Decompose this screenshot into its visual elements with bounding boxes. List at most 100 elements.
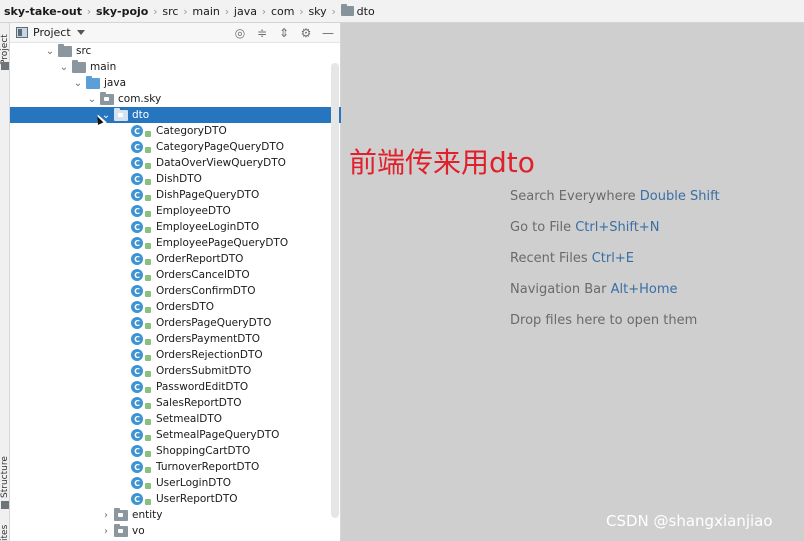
lock-icon <box>145 306 151 313</box>
tree-item-package[interactable]: ⌄ com.sky <box>10 91 341 107</box>
chevron-right-icon[interactable]: › <box>100 507 112 523</box>
tree-item-class[interactable]: C SetmealDTO <box>10 411 341 427</box>
lock-icon <box>145 146 151 153</box>
gear-icon[interactable]: ⚙ <box>298 25 314 41</box>
tree-scrollbar[interactable] <box>331 63 339 518</box>
source-folder-icon <box>86 75 100 89</box>
tree-item-class[interactable]: C DataOverViewQueryDTO <box>10 155 341 171</box>
tree-item-class[interactable]: C EmployeeLoginDTO <box>10 219 341 235</box>
tree-item-main[interactable]: ⌄ main <box>10 59 341 75</box>
chevron-right-icon[interactable]: › <box>100 523 112 539</box>
tree-item-class[interactable]: C EmployeePageQueryDTO <box>10 235 341 251</box>
java-class-icon: C <box>131 477 143 489</box>
chevron-right-icon: › <box>224 4 230 18</box>
breadcrumb-label: sky-take-out <box>4 4 82 18</box>
tree-item-src[interactable]: ⌄ src <box>10 43 341 59</box>
tree-item-class[interactable]: C CategoryPageQueryDTO <box>10 139 341 155</box>
breadcrumb-item[interactable]: sky <box>308 0 326 23</box>
java-class-icon: C <box>131 381 143 393</box>
hint-shortcut[interactable]: Ctrl+Shift+N <box>575 220 659 235</box>
java-class-icon: C <box>131 429 143 441</box>
breadcrumb-item[interactable]: sky-pojo <box>96 0 148 23</box>
breadcrumb-item[interactable]: main <box>192 0 219 23</box>
tree-item-class[interactable]: C UserReportDTO <box>10 491 341 507</box>
hint-shortcut[interactable]: Ctrl+E <box>592 251 634 266</box>
hint-text: Drop files here to open them <box>510 313 698 328</box>
java-class-icon: C <box>131 237 143 249</box>
chevron-down-icon[interactable]: ⌄ <box>44 43 56 59</box>
tree-item-class[interactable]: C UserLoginDTO <box>10 475 341 491</box>
tree-item-class[interactable]: C EmployeeDTO <box>10 203 341 219</box>
tree-item-class[interactable]: C TurnoverReportDTO <box>10 459 341 475</box>
tree-item-label: OrdersSubmitDTO <box>156 365 252 377</box>
tree-item-label: UserLoginDTO <box>156 477 232 489</box>
java-class-icon: C <box>131 397 143 409</box>
editor-hint: Recent Files Ctrl+E <box>510 251 634 266</box>
tree-item-label: java <box>104 77 126 89</box>
editor-area[interactable]: 前端传来用dto Search Everywhere Double Shift G… <box>341 23 804 541</box>
editor-hint: Go to File Ctrl+Shift+N <box>510 220 659 235</box>
tree-item-label: OrdersPageQueryDTO <box>156 317 272 329</box>
chevron-down-icon[interactable]: ⌄ <box>58 59 70 75</box>
project-view-icon <box>16 27 28 38</box>
hint-shortcut[interactable]: Double Shift <box>640 189 720 204</box>
tree-item-label: OrdersPaymentDTO <box>156 333 261 345</box>
favorites-tool-tab[interactable]: ites <box>0 525 10 541</box>
tree-item-class[interactable]: C OrdersCancelDTO <box>10 267 341 283</box>
tree-item-dto-selected[interactable]: ⌄ dto <box>10 107 341 123</box>
tree-item-class[interactable]: C DishDTO <box>10 171 341 187</box>
tree-item-label: DishPageQueryDTO <box>156 189 260 201</box>
watermark: CSDN @shangxianjiao <box>606 512 773 530</box>
java-class-icon: C <box>131 141 143 153</box>
breadcrumb-item[interactable]: sky-take-out <box>4 0 82 23</box>
tree-item-vo[interactable]: › vo <box>10 523 341 539</box>
tree-item-class[interactable]: C ShoppingCartDTO <box>10 443 341 459</box>
lock-icon <box>145 402 151 409</box>
tree-item-entity[interactable]: › entity <box>10 507 341 523</box>
chevron-down-icon[interactable] <box>76 30 85 35</box>
tree-item-class[interactable]: C DishPageQueryDTO <box>10 187 341 203</box>
package-icon <box>114 107 128 121</box>
breadcrumb-item[interactable]: src <box>162 0 178 23</box>
tree-item-class[interactable]: C OrdersConfirmDTO <box>10 283 341 299</box>
package-icon <box>114 523 128 537</box>
editor-hint: Search Everywhere Double Shift <box>510 189 720 204</box>
java-class-icon: C <box>131 173 143 185</box>
java-class-icon: C <box>131 301 143 313</box>
tree-item-class[interactable]: C OrdersRejectionDTO <box>10 347 341 363</box>
tree-item-class[interactable]: C OrdersPaymentDTO <box>10 331 341 347</box>
hint-text: Navigation Bar <box>510 282 611 297</box>
hide-icon[interactable]: — <box>320 25 336 41</box>
target-icon[interactable]: ◎ <box>232 25 248 41</box>
tree-item-class[interactable]: C SetmealPageQueryDTO <box>10 427 341 443</box>
tree-item-class[interactable]: C OrdersPageQueryDTO <box>10 315 341 331</box>
java-class-icon: C <box>131 461 143 473</box>
lock-icon <box>145 498 151 505</box>
project-panel-header: Project ◎ ≑ ⇕ ⚙ — <box>10 23 340 43</box>
expand-all-icon[interactable]: ≑ <box>254 25 270 41</box>
hint-shortcut[interactable]: Alt+Home <box>611 282 678 297</box>
structure-tool-tab[interactable]: Structure <box>0 456 10 498</box>
tree-item-java[interactable]: ⌄ java <box>10 75 341 91</box>
tree-item-class[interactable]: C OrdersSubmitDTO <box>10 363 341 379</box>
tree-item-class[interactable]: C OrdersDTO <box>10 299 341 315</box>
lock-icon <box>145 338 151 345</box>
collapse-all-icon[interactable]: ⇕ <box>276 25 292 41</box>
tree-item-label: entity <box>132 509 163 521</box>
tree-item-label: DataOverViewQueryDTO <box>156 157 286 169</box>
breadcrumb-item[interactable]: java <box>234 0 257 23</box>
chevron-down-icon[interactable]: ⌄ <box>72 75 84 91</box>
tree-item-class[interactable]: C SalesReportDTO <box>10 395 341 411</box>
breadcrumb-item[interactable]: dto <box>340 0 375 23</box>
breadcrumb-item[interactable]: com <box>271 0 295 23</box>
tree-item-label: TurnoverReportDTO <box>156 461 260 473</box>
tree-item-label: src <box>76 45 92 57</box>
project-view-selector[interactable]: Project <box>33 26 71 39</box>
java-class-icon: C <box>131 125 143 137</box>
tree-item-label: vo <box>132 525 145 537</box>
project-tool-tab[interactable]: Project <box>0 34 10 65</box>
chevron-down-icon[interactable]: ⌄ <box>86 91 98 107</box>
tree-item-class[interactable]: C CategoryDTO <box>10 123 341 139</box>
tree-item-class[interactable]: C OrderReportDTO <box>10 251 341 267</box>
tree-item-class[interactable]: C PasswordEditDTO <box>10 379 341 395</box>
